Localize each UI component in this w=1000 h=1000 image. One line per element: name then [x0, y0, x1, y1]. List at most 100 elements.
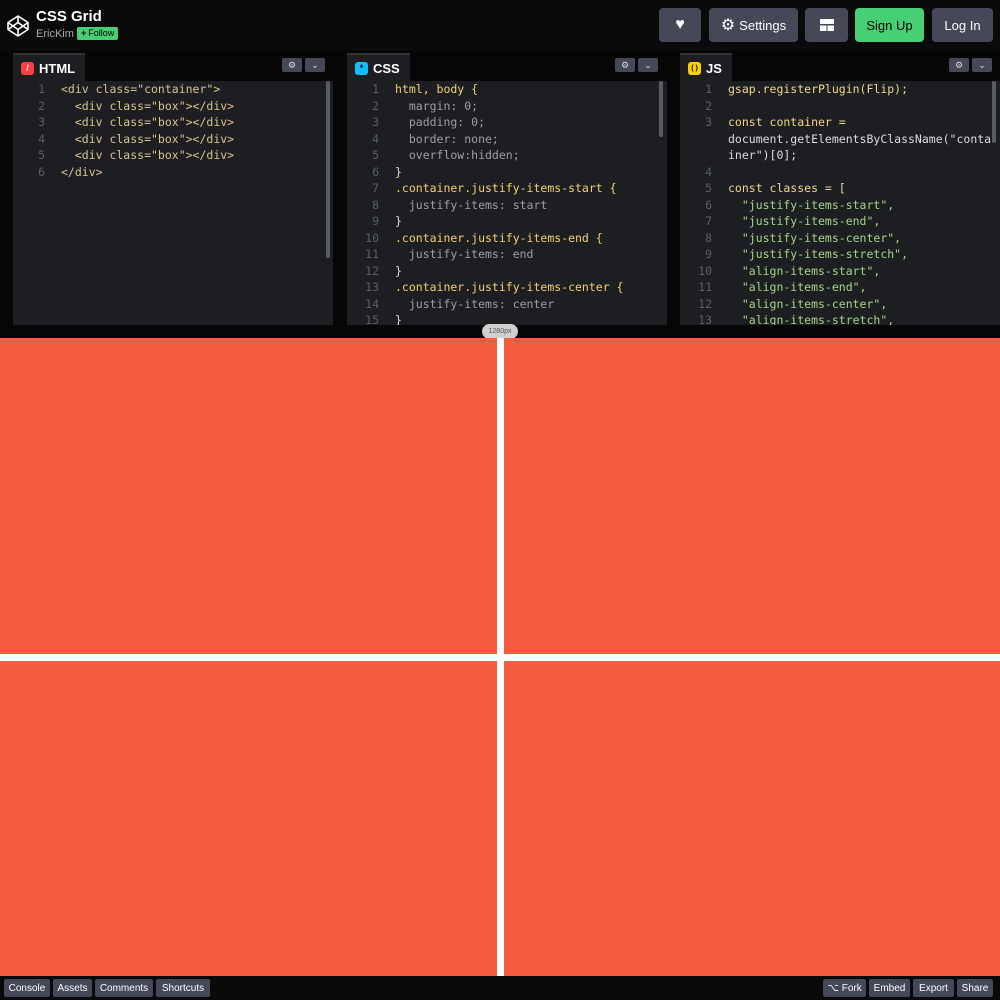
line-number: 2: [705, 98, 712, 113]
line-number: 4: [372, 131, 379, 146]
html-settings-button[interactable]: ⚙: [282, 58, 302, 72]
code-text: <div class="box"></div>: [61, 98, 235, 113]
code-line[interactable]: 3 <div class="box"></div>: [13, 114, 333, 131]
chevron-down-icon: ⌄: [644, 59, 652, 70]
code-line[interactable]: 13 .container.justify-items-center {: [347, 279, 667, 296]
line-number: 6: [38, 164, 45, 179]
gear-icon: ⚙: [720, 17, 736, 34]
code-line[interactable]: 3 const container =: [680, 114, 1000, 131]
css-collapse-button[interactable]: ⌄: [638, 58, 658, 72]
assets-button[interactable]: Assets: [53, 979, 92, 997]
code-line[interactable]: 5 <div class="box"></div>: [13, 147, 333, 164]
tab-css[interactable]: * CSS: [347, 53, 410, 81]
line-number: 6: [705, 197, 712, 212]
html-scrollbar[interactable]: [326, 81, 330, 258]
js-settings-button[interactable]: ⚙: [949, 58, 969, 72]
follow-button[interactable]: + Follow: [77, 27, 119, 40]
line-number: 1: [372, 82, 379, 96]
export-button[interactable]: Export: [913, 979, 954, 997]
code-line[interactable]: 5 const classes = [: [680, 180, 1000, 197]
css-settings-button[interactable]: ⚙: [615, 58, 635, 72]
code-line[interactable]: 7 .container.justify-items-start {: [347, 180, 667, 197]
console-button[interactable]: Console: [4, 979, 50, 997]
line-number: 2: [372, 98, 379, 113]
html-collapse-button[interactable]: ⌄: [305, 58, 325, 72]
code-line[interactable]: 1 gsap.registerPlugin(Flip);: [680, 81, 1000, 98]
tab-label: HTML: [39, 60, 76, 76]
code-text: html, body {: [395, 82, 479, 96]
fork-button[interactable]: ⌥ Fork: [823, 979, 866, 997]
code-line[interactable]: 12 "align-items-center",: [680, 296, 1000, 313]
result-preview[interactable]: [0, 338, 1000, 976]
code-line[interactable]: 2: [680, 98, 1000, 115]
change-view-button[interactable]: [805, 8, 848, 42]
line-number: 3: [372, 115, 379, 129]
fork-icon: ⌥: [827, 982, 839, 994]
heart-icon: ♥: [675, 16, 685, 33]
code-line[interactable]: 12}: [347, 263, 667, 280]
code-line[interactable]: 2 margin: 0;: [347, 98, 667, 115]
follow-label: Follow: [88, 28, 115, 38]
comments-button[interactable]: Comments: [95, 979, 153, 997]
code-line[interactable]: 11 justify-items: end: [347, 246, 667, 263]
code-line[interactable]: 9 "justify-items-stretch",: [680, 246, 1000, 263]
html-icon: /: [21, 61, 34, 75]
code-line[interactable]: 8 justify-items: start: [347, 197, 667, 214]
code-text: "justify-items-start",: [728, 197, 895, 212]
code-line[interactable]: 6}: [347, 164, 667, 181]
code-line[interactable]: 4 <div class="box"></div>: [13, 131, 333, 148]
tab-js[interactable]: ( ) JS: [680, 53, 732, 81]
code-line[interactable]: 9}: [347, 213, 667, 230]
shortcuts-button[interactable]: Shortcuts: [156, 979, 210, 997]
line-number: 12: [698, 296, 712, 311]
line-number: 12: [365, 263, 379, 278]
code-line[interactable]: document.getElementsByClassName("conta: [680, 131, 1000, 148]
code-text: <div class="box"></div>: [61, 131, 235, 146]
code-text: margin: 0;: [395, 98, 479, 113]
codepen-logo-icon[interactable]: [6, 14, 30, 38]
code-line[interactable]: 13 "align-items-stretch",: [680, 312, 1000, 325]
code-line[interactable]: 6 "justify-items-start",: [680, 197, 1000, 214]
js-scrollbar[interactable]: [992, 81, 996, 143]
css-code[interactable]: 1 html, body { 2 margin: 0; 3 padding: 0; 4 …: [347, 81, 667, 325]
line-number: 9: [705, 247, 712, 261]
code-line[interactable]: 7 "justify-items-end",: [680, 213, 1000, 230]
tab-html[interactable]: / HTML: [13, 53, 86, 81]
line-number: 1: [705, 82, 712, 96]
log-in-button[interactable]: Log In: [932, 8, 993, 42]
author-name[interactable]: EricKim: [36, 28, 74, 40]
header: CSS Grid EricKim + Follow ♥ ⚙ Settings Si…: [0, 0, 1000, 50]
chevron-down-icon: ⌄: [978, 59, 986, 70]
code-line[interactable]: 3 padding: 0;: [347, 114, 667, 131]
code-line[interactable]: 10 "align-items-start",: [680, 263, 1000, 280]
code-line[interactable]: 2 <div class="box"></div>: [13, 98, 333, 115]
code-line[interactable]: iner")[0];: [680, 147, 1000, 164]
log-in-label: Log In: [944, 17, 981, 33]
plus-icon: +: [81, 28, 87, 38]
code-text: "align-items-center",: [728, 296, 888, 311]
pen-title: CSS Grid: [36, 8, 102, 25]
embed-button[interactable]: Embed: [869, 979, 910, 997]
code-line[interactable]: 10 .container.justify-items-end {: [347, 230, 667, 247]
share-button[interactable]: Share: [957, 979, 993, 997]
grid-box: [0, 661, 497, 976]
code-line[interactable]: 1 <div class="container">: [13, 81, 333, 98]
code-line[interactable]: 4: [680, 164, 1000, 181]
html-code[interactable]: 1 <div class="container"> 2 <div class="bo…: [13, 81, 333, 180]
footer: Console Assets Comments Shortcuts ⌥ Fork…: [0, 976, 1000, 1000]
js-code[interactable]: 1 gsap.registerPlugin(Flip); 2 3 const conta…: [680, 81, 1000, 325]
code-line[interactable]: 4 border: none;: [347, 131, 667, 148]
code-line[interactable]: 1 html, body {: [347, 81, 667, 98]
settings-button[interactable]: ⚙ Settings: [709, 8, 798, 42]
code-text: <div class="box"></div>: [61, 115, 235, 129]
heart-button[interactable]: ♥: [659, 8, 701, 42]
css-scrollbar[interactable]: [659, 81, 663, 137]
sign-up-button[interactable]: Sign Up: [855, 8, 924, 42]
code-line[interactable]: 6 </div>: [13, 164, 333, 181]
code-line[interactable]: 8 "justify-items-center",: [680, 230, 1000, 247]
code-line[interactable]: 11 "align-items-end",: [680, 279, 1000, 296]
code-line[interactable]: 5 overflow:hidden;: [347, 147, 667, 164]
js-collapse-button[interactable]: ⌄: [972, 58, 992, 72]
code-line[interactable]: 14 justify-items: center: [347, 296, 667, 313]
code-text: .container.justify-items-end {: [395, 230, 603, 245]
